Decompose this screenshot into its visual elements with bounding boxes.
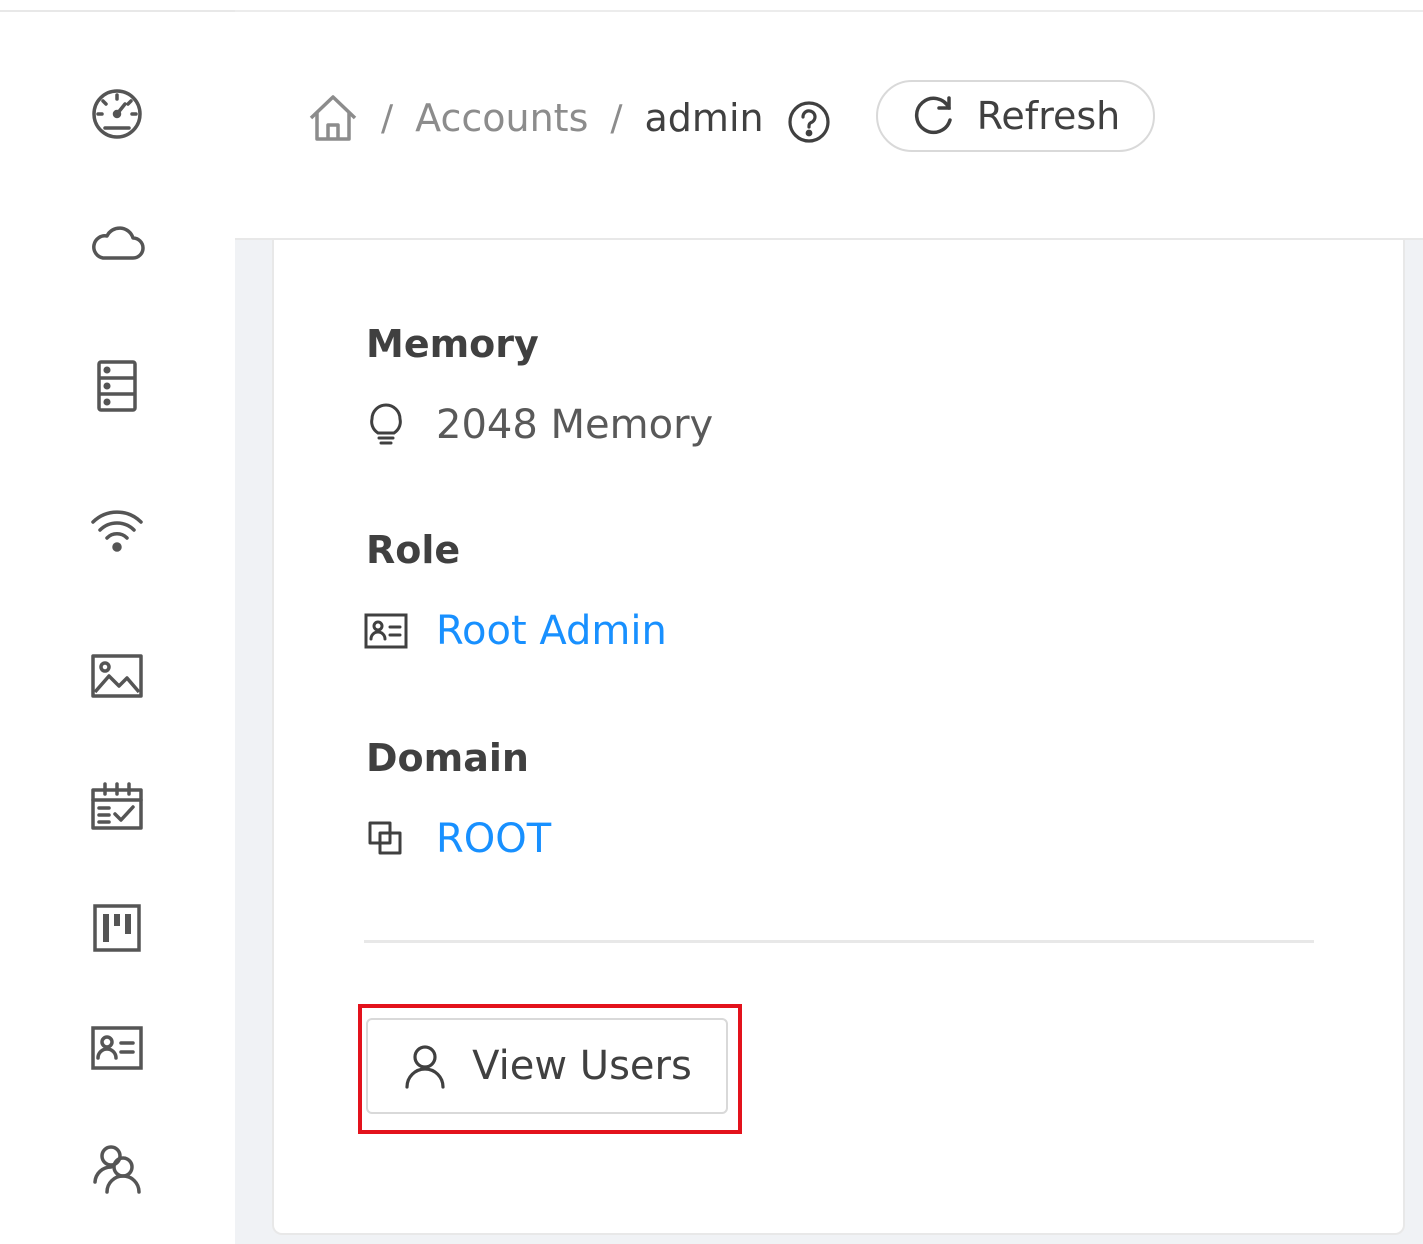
header-divider bbox=[235, 10, 1423, 12]
sidebar bbox=[0, 0, 235, 1244]
role-link[interactable]: Root Admin bbox=[436, 608, 667, 654]
sidebar-item-events[interactable] bbox=[87, 778, 147, 838]
domain-title: Domain bbox=[366, 736, 529, 780]
sidebar-divider bbox=[0, 10, 235, 12]
breadcrumb-separator: / bbox=[610, 97, 623, 139]
sidebar-item-network[interactable] bbox=[87, 500, 147, 560]
role-title: Role bbox=[366, 528, 461, 572]
account-details-card: Memory 2048 Memory Role Root Admin Domai… bbox=[272, 240, 1405, 1235]
domain-link[interactable]: ROOT bbox=[436, 816, 551, 862]
sidebar-item-storage[interactable] bbox=[87, 356, 147, 416]
view-users-label: View Users bbox=[472, 1043, 692, 1089]
role-row: Root Admin bbox=[364, 608, 667, 654]
user-icon bbox=[405, 1045, 445, 1089]
block-icon bbox=[364, 817, 408, 861]
sidebar-item-dashboard[interactable] bbox=[87, 82, 147, 142]
idcard-icon bbox=[364, 609, 408, 653]
sidebar-item-projects[interactable] bbox=[87, 898, 147, 958]
reload-icon bbox=[914, 96, 952, 134]
memory-value: 2048 Memory bbox=[436, 402, 714, 448]
breadcrumb-current: admin bbox=[644, 96, 764, 140]
sidebar-item-users[interactable] bbox=[87, 1138, 147, 1198]
sidebar-item-cloud[interactable] bbox=[87, 214, 147, 274]
breadcrumb-separator: / bbox=[381, 97, 394, 139]
sidebar-item-accounts[interactable] bbox=[87, 1018, 147, 1078]
breadcrumb-accounts[interactable]: Accounts bbox=[415, 96, 588, 140]
question-circle-icon[interactable] bbox=[786, 99, 832, 145]
image-icon bbox=[91, 654, 143, 698]
refresh-button[interactable]: Refresh bbox=[876, 80, 1155, 152]
sidebar-item-images[interactable] bbox=[87, 646, 147, 706]
memory-title: Memory bbox=[366, 322, 539, 366]
cloud-icon bbox=[92, 226, 145, 260]
memory-row: 2048 Memory bbox=[364, 402, 713, 448]
project-icon bbox=[93, 904, 141, 952]
section-divider bbox=[364, 940, 1314, 943]
home-icon[interactable] bbox=[307, 92, 359, 144]
page-header: / Accounts / admin Refresh bbox=[235, 0, 1423, 240]
bulb-icon bbox=[364, 403, 408, 447]
wifi-icon bbox=[91, 510, 143, 552]
idcard-icon bbox=[91, 1026, 143, 1070]
refresh-label: Refresh bbox=[976, 94, 1121, 138]
domain-row: ROOT bbox=[364, 816, 551, 862]
team-icon bbox=[93, 1145, 141, 1194]
breadcrumb: / Accounts / admin bbox=[307, 78, 832, 158]
calendar-check-icon bbox=[91, 782, 143, 830]
storage-icon bbox=[97, 360, 137, 412]
view-users-button[interactable]: View Users bbox=[366, 1018, 728, 1114]
dashboard-icon bbox=[92, 89, 142, 139]
